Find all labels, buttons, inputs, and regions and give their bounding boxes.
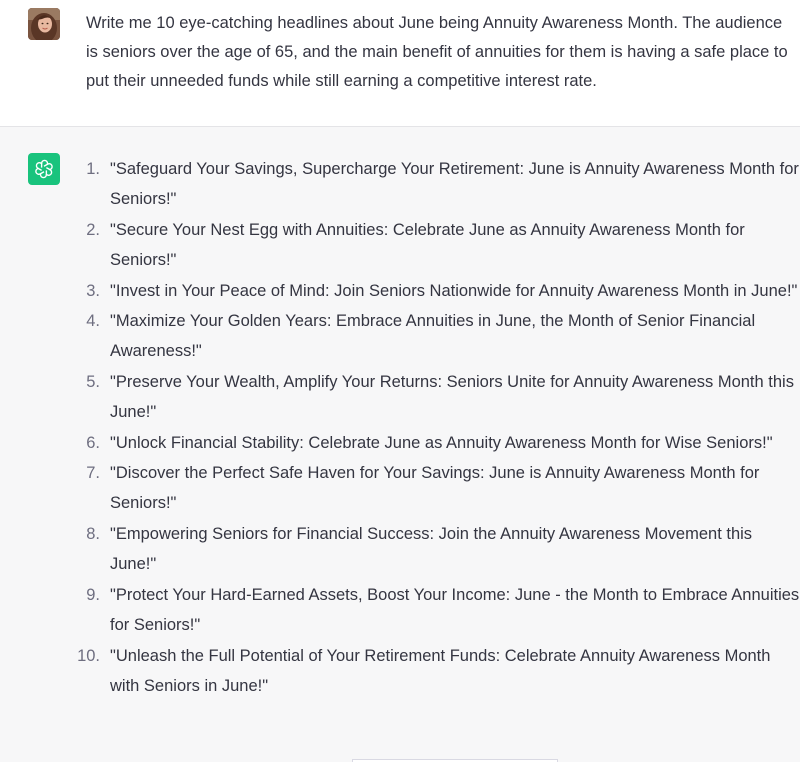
- list-item-number: 5.: [86, 372, 100, 391]
- list-item: 1. "Safeguard Your Savings, Supercharge Y…: [70, 154, 800, 215]
- headline-text: "Invest in Your Peace of Mind: Join Seni…: [110, 281, 798, 300]
- user-avatar: [28, 8, 60, 40]
- list-item: 3. "Invest in Your Peace of Mind: Join Se…: [70, 276, 800, 306]
- headline-text: "Unlock Financial Stability: Celebrate J…: [110, 433, 773, 452]
- list-item: 9. "Protect Your Hard-Earned Assets, Boos…: [70, 580, 800, 641]
- list-item-number: 6.: [86, 433, 100, 452]
- list-item: 2. "Secure Your Nest Egg with Annuities: …: [70, 215, 800, 276]
- list-item: 7. "Discover the Perfect Safe Haven for Y…: [70, 458, 800, 519]
- headline-text: "Empowering Seniors for Financial Succes…: [110, 524, 753, 574]
- headline-text: "Secure Your Nest Egg with Annuities: Ce…: [110, 220, 745, 270]
- headline-list: 1. "Safeguard Your Savings, Supercharge Y…: [70, 154, 800, 701]
- headline-text: "Maximize Your Golden Years: Embrace Ann…: [110, 312, 756, 361]
- user-message: Write me 10 eye-catching headlines about…: [0, 0, 800, 127]
- list-item-number: 1.: [86, 160, 100, 178]
- headline-text: "Protect Your Hard-Earned Assets, Boost …: [110, 585, 800, 635]
- list-item: 6. "Unlock Financial Stability: Celebrate…: [70, 428, 800, 458]
- list-item: 10. "Unleash the Full Potential of Your R…: [70, 641, 800, 702]
- list-item-number: 9.: [86, 585, 100, 604]
- list-item-number: 7.: [86, 464, 100, 483]
- list-item-number: 4.: [86, 312, 100, 331]
- openai-logo-icon: [28, 153, 60, 185]
- list-item: 8. "Empowering Seniors for Financial Succ…: [70, 519, 800, 580]
- list-item-number: 8.: [86, 524, 100, 543]
- headline-text: "Preserve Your Wealth, Amplify Your Retu…: [110, 372, 794, 422]
- list-item-number: 2.: [86, 220, 100, 239]
- assistant-message: 1. "Safeguard Your Savings, Supercharge Y…: [0, 127, 800, 762]
- list-item: 4. "Maximize Your Golden Years: Embrace A…: [70, 306, 800, 367]
- list-item-number: 3.: [86, 281, 100, 300]
- list-item-number: 10.: [77, 646, 100, 665]
- headline-text: "Safeguard Your Savings, Supercharge You…: [110, 160, 799, 209]
- headline-text: "Discover the Perfect Safe Haven for You…: [110, 464, 760, 513]
- headline-text: "Unleash the Full Potential of Your Reti…: [110, 646, 771, 695]
- list-item: 5. "Preserve Your Wealth, Amplify Your Re…: [70, 367, 800, 428]
- user-message-text: Write me 10 eye-catching headlines about…: [86, 14, 788, 90]
